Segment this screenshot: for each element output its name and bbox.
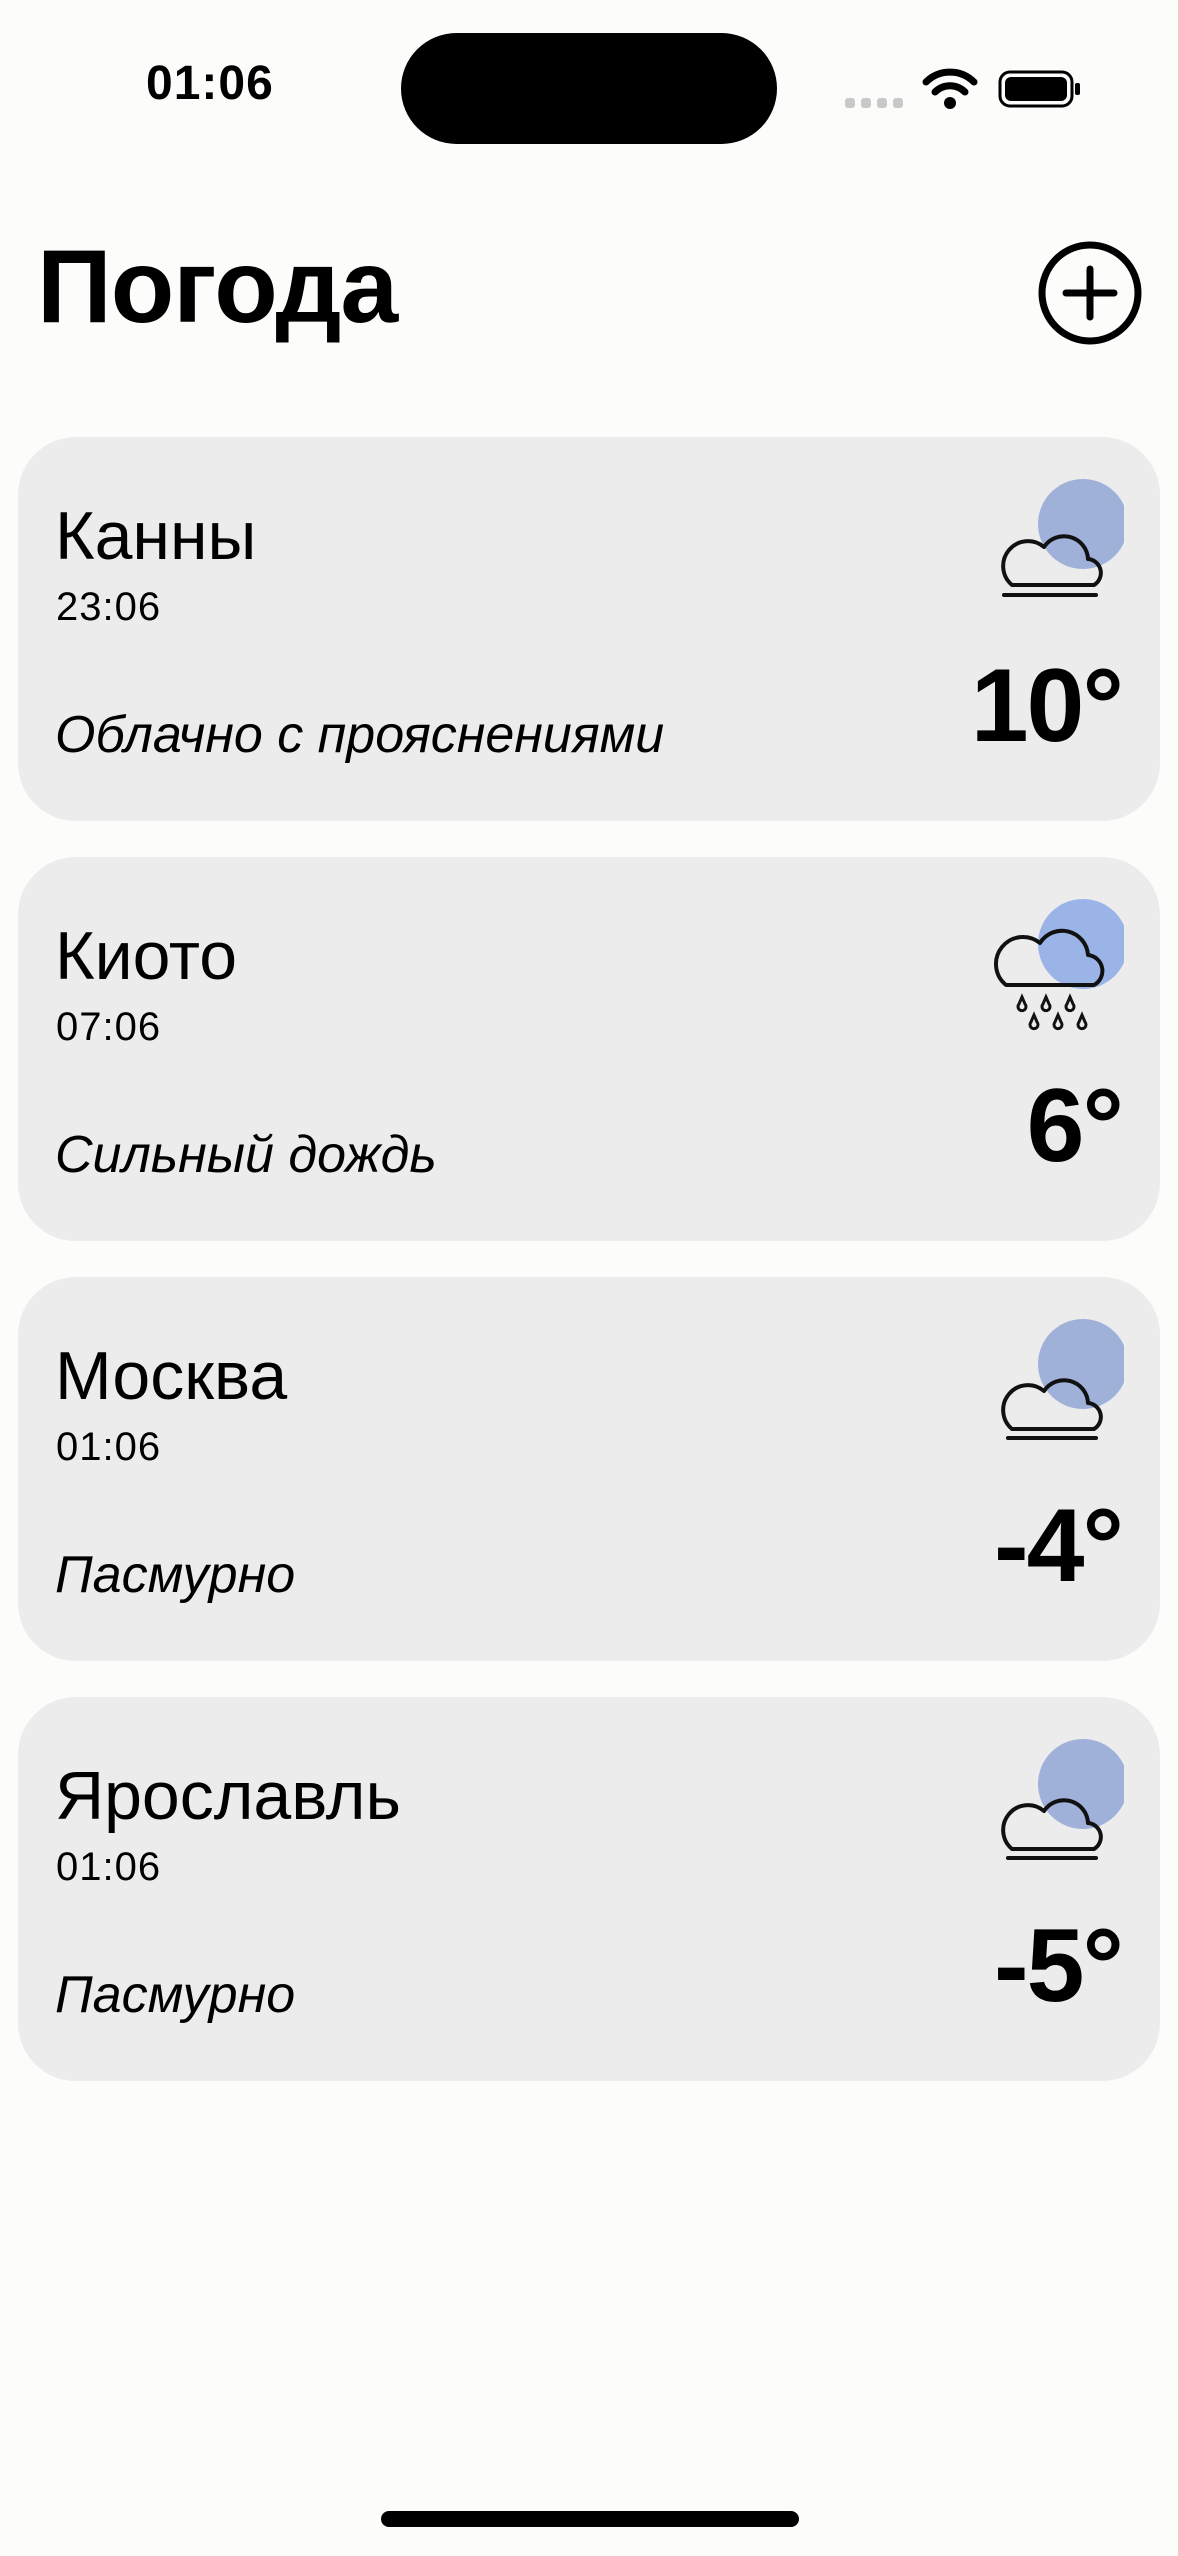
dynamic-island bbox=[401, 33, 777, 144]
city-list: Канны 23:06 Облачно с прояснениями 10° К… bbox=[18, 437, 1160, 2117]
city-name: Москва bbox=[55, 1338, 288, 1414]
wifi-icon bbox=[922, 68, 978, 109]
city-name: Канны bbox=[55, 498, 257, 574]
city-local-time: 01:06 bbox=[56, 1845, 162, 1889]
city-name: Ярославль bbox=[55, 1758, 401, 1834]
weather-screen: 01:06 Погода Канны 23:06 Облачно с прояс… bbox=[0, 0, 1178, 2556]
temperature: -5° bbox=[993, 1908, 1124, 2024]
battery-icon bbox=[998, 70, 1080, 108]
heavy-rain-icon bbox=[994, 899, 1124, 1031]
city-card[interactable]: Ярославль 01:06 Пасмурно -5° bbox=[18, 1697, 1160, 2081]
cloudy-icon bbox=[1001, 1739, 1124, 1860]
plus-circle-icon bbox=[1038, 241, 1142, 345]
city-card[interactable]: Москва 01:06 Пасмурно -4° bbox=[18, 1277, 1160, 1661]
city-card[interactable]: Киото 07:06 Сильный дождь 6° bbox=[18, 857, 1160, 1241]
city-local-time: 01:06 bbox=[56, 1425, 162, 1469]
add-city-button[interactable] bbox=[1037, 240, 1143, 346]
status-time: 01:06 bbox=[146, 57, 274, 110]
cloudy-icon bbox=[1001, 1319, 1124, 1440]
city-local-time: 23:06 bbox=[56, 585, 162, 629]
page-title: Погода bbox=[37, 229, 398, 345]
home-indicator[interactable] bbox=[381, 2511, 799, 2527]
city-name: Киото bbox=[55, 918, 238, 994]
partly-cloudy-icon bbox=[1001, 479, 1124, 597]
weather-condition: Облачно с прояснениями bbox=[55, 706, 665, 764]
temperature: 10° bbox=[970, 648, 1124, 764]
temperature: 6° bbox=[1026, 1068, 1124, 1184]
weather-condition: Сильный дождь bbox=[55, 1126, 437, 1184]
cellular-signal-icon bbox=[845, 92, 905, 108]
weather-condition: Пасмурно bbox=[55, 1546, 296, 1604]
temperature: -4° bbox=[993, 1488, 1124, 1604]
weather-condition: Пасмурно bbox=[55, 1966, 296, 2024]
city-local-time: 07:06 bbox=[56, 1005, 162, 1049]
city-card[interactable]: Канны 23:06 Облачно с прояснениями 10° bbox=[18, 437, 1160, 821]
